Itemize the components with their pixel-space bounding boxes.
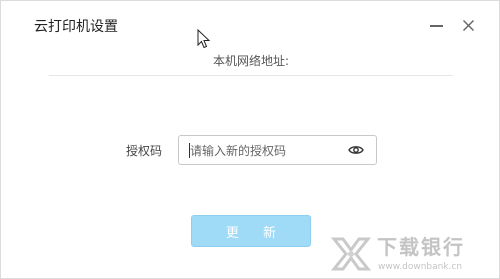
close-icon <box>462 19 474 31</box>
auth-code-input[interactable] <box>190 142 340 159</box>
network-address-label: 本机网络地址: <box>212 54 290 68</box>
eye-icon[interactable] <box>348 144 364 156</box>
printer-settings-window: 云打印机设置 本机网络地址: 授权码 更 新 下载银行 www.downba <box>0 0 500 279</box>
update-button[interactable]: 更 新 <box>191 215 311 247</box>
watermark: 下载银行 www.downbank.cn <box>331 234 496 276</box>
close-button[interactable] <box>458 15 478 35</box>
auth-code-field[interactable] <box>178 135 377 165</box>
auth-code-label: 授权码 <box>126 144 163 158</box>
mouse-cursor-icon <box>197 29 211 49</box>
minimize-button[interactable] <box>426 15 446 35</box>
title-bar[interactable]: 云打印机设置 <box>1 1 499 45</box>
divider <box>49 75 453 76</box>
downbank-logo-icon <box>331 237 371 271</box>
minimize-icon <box>429 25 443 27</box>
watermark-url: www.downbank.cn <box>378 262 463 272</box>
window-title: 云打印机设置 <box>34 19 118 35</box>
watermark-brand: 下载银行 <box>377 235 465 259</box>
